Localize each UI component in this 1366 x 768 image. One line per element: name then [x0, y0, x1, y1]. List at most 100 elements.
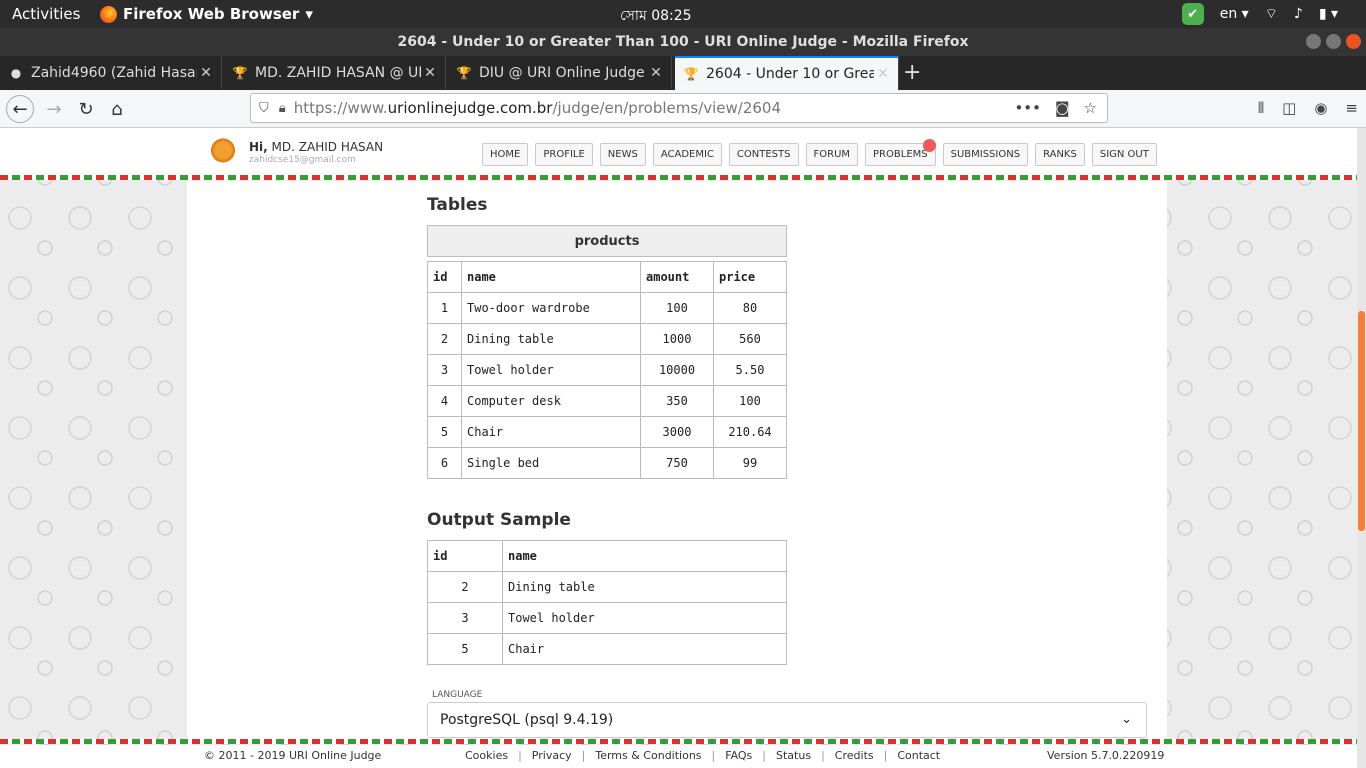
output-table: id name 2 Dining table 3 Towel holder 5 Cha…	[427, 540, 787, 665]
account-icon[interactable]: ◉	[1314, 99, 1327, 117]
column-header: id	[427, 261, 462, 293]
language-indicator[interactable]: en ▾	[1220, 6, 1249, 22]
separator: |	[883, 749, 888, 762]
window-title: 2604 - Under 10 or Greater Than 100 - UR…	[397, 34, 969, 50]
battery-icon: ▮ ▾	[1318, 6, 1338, 22]
volume-icon: ♪	[1293, 6, 1303, 22]
avatar[interactable]	[208, 136, 238, 172]
check-icon[interactable]: ✔	[1181, 3, 1204, 25]
menu-sign-out[interactable]: SIGN OUT	[1091, 143, 1157, 166]
minimize-button[interactable]	[1306, 34, 1321, 49]
table-header-row: id name amount price	[427, 261, 787, 293]
pocket-icon[interactable]: ◙	[1055, 99, 1070, 117]
language-label: LANGUAGE	[432, 690, 483, 700]
app-menu[interactable]: Firefox Web Browser ▾	[100, 5, 313, 23]
url-path: /judge/en/problems/view/2604	[552, 99, 782, 117]
footer-link-privacy[interactable]: Privacy	[532, 749, 572, 762]
table-header-row: id name	[427, 540, 787, 572]
cell: 4	[427, 385, 462, 417]
new-tab-button[interactable]: +	[903, 60, 921, 85]
back-button[interactable]: ←	[6, 95, 34, 123]
table-row: 2 Dining table 1000 560	[427, 323, 787, 355]
user-email: zahidcse15@gmail.com	[249, 155, 356, 165]
system-top-bar: Activities Firefox Web Browser ▾ সোম 08:2…	[0, 0, 1366, 28]
tab-label: Zahid4960 (Zahid Hasan)	[31, 64, 197, 81]
site-menu: HOME PROFILE NEWS ACADEMIC CONTESTS FORU…	[482, 143, 1157, 166]
page-scrollbar[interactable]	[1357, 128, 1366, 768]
footer-link-contact[interactable]: Contact	[897, 749, 940, 762]
tab-strip: ● Zahid4960 (Zahid Hasan) ✕ 🏆 MD. ZAHID HAS…	[0, 56, 1366, 90]
cell: 80	[713, 292, 787, 324]
url-bar[interactable]: ⛉ 🔒︎ https://www.urionlinejudge.com.br/j…	[250, 93, 1108, 123]
cell: 210.64	[713, 416, 787, 448]
footer-link-credits[interactable]: Credits	[835, 749, 874, 762]
close-tab-icon[interactable]: ✕	[647, 65, 665, 81]
close-window-button[interactable]	[1346, 34, 1361, 49]
greeting-hi: Hi,	[249, 140, 268, 154]
tab-github[interactable]: ● Zahid4960 (Zahid Hasan) ✕	[0, 56, 222, 89]
menu-profile[interactable]: PROFILE	[535, 143, 593, 166]
tab-diu[interactable]: 🏆 DIU @ URI Online Judge ✕	[448, 56, 672, 89]
cell: 560	[713, 323, 787, 355]
scrollbar-thumb[interactable]	[1358, 311, 1365, 531]
library-icon[interactable]: ⫴	[1258, 99, 1264, 117]
close-tab-icon[interactable]: ✕	[421, 65, 439, 81]
tab-profile[interactable]: 🏆 MD. ZAHID HASAN @ UR ✕	[224, 56, 446, 89]
menu-home[interactable]: HOME	[482, 143, 529, 166]
footer-link-cookies[interactable]: Cookies	[465, 749, 508, 762]
tab-label: MD. ZAHID HASAN @ UR	[255, 64, 421, 81]
clock[interactable]: সোম 08:25	[620, 4, 692, 28]
cell: Towel holder	[502, 602, 787, 634]
home-button[interactable]: ⌂	[103, 95, 131, 123]
url-host: urionlinejudge.com.br	[387, 99, 553, 117]
navigation-toolbar: ← → ↻ ⌂ ⛉ 🔒︎ https://www.urionlinejudge.…	[0, 90, 1366, 128]
footer-link-faqs[interactable]: FAQs	[725, 749, 752, 762]
menu-contests[interactable]: CONTESTS	[728, 143, 799, 166]
cell: 3000	[640, 416, 714, 448]
cell: Dining table	[502, 571, 787, 603]
cell: 10000	[640, 354, 714, 386]
footer-link-terms[interactable]: Terms & Conditions	[595, 749, 701, 762]
bookmark-star-icon[interactable]: ☆	[1084, 99, 1097, 117]
menu-submissions[interactable]: SUBMISSIONS	[942, 143, 1029, 166]
problem-panel: Tables products id name amount price 1 Tw…	[187, 181, 1167, 741]
tab-problem-2604[interactable]: 🏆 2604 - Under 10 or Great ✕	[675, 56, 899, 90]
maximize-button[interactable]	[1326, 34, 1341, 49]
system-tray[interactable]: ✔ en ▾ ⌔ ♪ ▮ ▾	[1181, 3, 1338, 25]
footer-link-status[interactable]: Status	[776, 749, 811, 762]
activities-button[interactable]: Activities	[12, 5, 80, 23]
close-tab-icon[interactable]: ✕	[197, 65, 215, 81]
url-text[interactable]: https://www.urionlinejudge.com.br/judge/…	[294, 99, 781, 117]
menu-academic[interactable]: ACADEMIC	[652, 143, 722, 166]
menu-news[interactable]: NEWS	[599, 143, 646, 166]
cell: 5	[427, 416, 462, 448]
menu-forum[interactable]: FORUM	[805, 143, 859, 166]
output-sample-heading: Output Sample	[427, 510, 571, 530]
sidebar-icon[interactable]: ◫	[1282, 99, 1296, 117]
app-name: Firefox Web Browser	[123, 5, 300, 23]
footer-links: Cookies | Privacy | Terms & Conditions | FA…	[465, 749, 940, 762]
firefox-icon	[100, 5, 117, 23]
window-titlebar: 2604 - Under 10 or Greater Than 100 - UR…	[0, 28, 1366, 56]
table-row: 3 Towel holder	[427, 602, 787, 634]
tab-label: DIU @ URI Online Judge	[479, 64, 645, 81]
cell: 1000	[640, 323, 714, 355]
cell: 5.50	[713, 354, 787, 386]
tracking-shield-icon[interactable]: ⛉	[259, 101, 269, 116]
forward-button[interactable]: →	[40, 95, 68, 123]
cell: 1	[427, 292, 462, 324]
page-actions-icon[interactable]: •••	[1014, 99, 1041, 117]
cell: Two-door wardrobe	[461, 292, 641, 324]
cell: Dining table	[461, 323, 641, 355]
products-table-title: products	[427, 225, 787, 257]
hamburger-menu-icon[interactable]: ≡	[1345, 99, 1358, 117]
menu-ranks[interactable]: RANKS	[1035, 143, 1085, 166]
cell: Computer desk	[461, 385, 641, 417]
reload-button[interactable]: ↻	[72, 95, 100, 123]
trophy-icon: 🏆	[683, 67, 699, 81]
cell: Chair	[502, 633, 787, 665]
language-select[interactable]: PostgreSQL (psql 9.4.19) ⌄	[427, 702, 1147, 738]
lock-icon[interactable]: 🔒︎	[279, 101, 286, 116]
version: Version 5.7.0.220919	[1047, 749, 1165, 762]
close-tab-icon[interactable]: ✕	[874, 66, 892, 82]
